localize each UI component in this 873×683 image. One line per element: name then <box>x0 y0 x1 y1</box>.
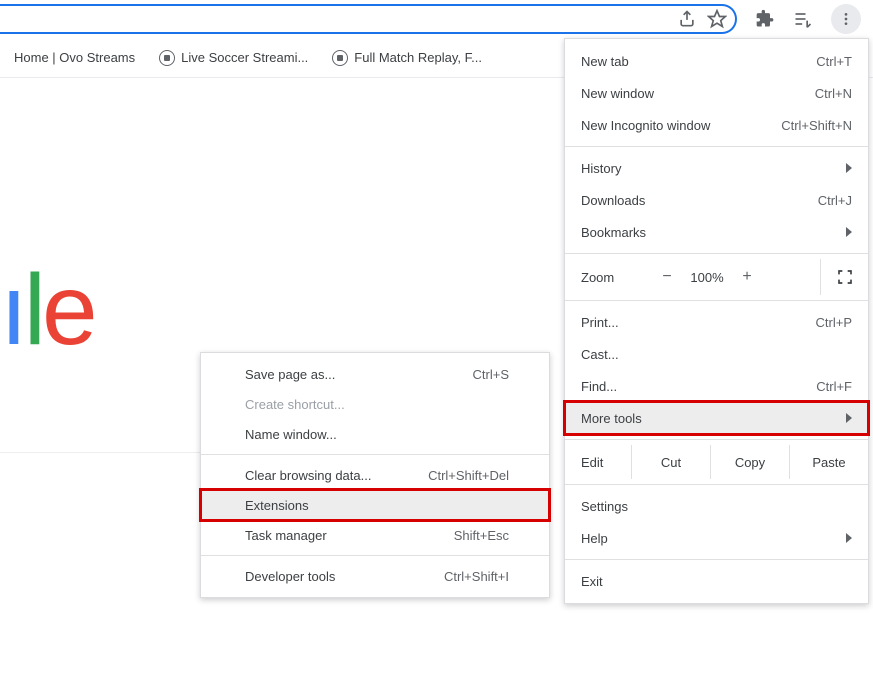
bookmark-item[interactable]: Live Soccer Streami... <box>153 46 314 70</box>
menu-item-help[interactable]: Help <box>565 522 868 554</box>
copy-button[interactable]: Copy <box>710 445 789 479</box>
submenu-create-shortcut: Create shortcut... <box>201 389 549 419</box>
cut-button[interactable]: Cut <box>631 445 710 479</box>
toolbar-icons <box>737 4 873 34</box>
submenu-name-window[interactable]: Name window... <box>201 419 549 449</box>
more-tools-submenu: Save page as... Ctrl+S Create shortcut..… <box>200 352 550 598</box>
paste-button[interactable]: Paste <box>789 445 868 479</box>
menu-item-cast[interactable]: Cast... <box>565 338 868 370</box>
bookmark-label: Home | Ovo Streams <box>14 50 135 65</box>
chrome-main-menu: New tab Ctrl+T New window Ctrl+N New Inc… <box>564 38 869 604</box>
submenu-save-page-as[interactable]: Save page as... Ctrl+S <box>201 359 549 389</box>
submenu-developer-tools[interactable]: Developer tools Ctrl+Shift+I <box>201 561 549 591</box>
menu-item-print[interactable]: Print... Ctrl+P <box>565 306 868 338</box>
more-menu-button[interactable] <box>831 4 861 34</box>
menu-item-settings[interactable]: Settings <box>565 490 868 522</box>
menu-item-history[interactable]: History <box>565 152 868 184</box>
menu-item-bookmarks[interactable]: Bookmarks <box>565 216 868 248</box>
menu-item-incognito[interactable]: New Incognito window Ctrl+Shift+N <box>565 109 868 141</box>
omnibox[interactable] <box>0 4 737 34</box>
bookmark-label: Live Soccer Streami... <box>181 50 308 65</box>
bookmark-item[interactable]: Full Match Replay, F... <box>326 46 488 70</box>
content-divider <box>0 452 200 453</box>
menu-item-new-window[interactable]: New window Ctrl+N <box>565 77 868 109</box>
chevron-right-icon <box>846 227 852 237</box>
bookmark-label: Full Match Replay, F... <box>354 50 482 65</box>
bookmark-item[interactable]: Home | Ovo Streams <box>8 46 141 69</box>
menu-item-new-tab[interactable]: New tab Ctrl+T <box>565 45 868 77</box>
soccer-ball-icon <box>332 50 348 66</box>
google-logo-fragment: ıle <box>0 260 94 360</box>
menu-item-zoom: Zoom − 100% + <box>565 259 868 295</box>
menu-item-find[interactable]: Find... Ctrl+F <box>565 370 868 402</box>
menu-separator <box>565 253 868 254</box>
menu-separator <box>201 454 549 455</box>
extensions-icon[interactable] <box>755 9 775 29</box>
chevron-right-icon <box>846 163 852 173</box>
chevron-right-icon <box>846 533 852 543</box>
fullscreen-button[interactable] <box>820 259 868 295</box>
zoom-in-button[interactable]: + <box>731 268 763 286</box>
menu-separator <box>565 484 868 485</box>
zoom-out-button[interactable]: − <box>651 268 683 286</box>
reading-list-icon[interactable] <box>793 9 813 29</box>
menu-item-exit[interactable]: Exit <box>565 565 868 597</box>
menu-separator <box>565 146 868 147</box>
zoom-value: 100% <box>683 270 731 285</box>
star-icon[interactable] <box>707 9 727 29</box>
menu-separator <box>201 555 549 556</box>
menu-separator <box>565 439 868 440</box>
share-icon[interactable] <box>677 9 697 29</box>
submenu-clear-browsing-data[interactable]: Clear browsing data... Ctrl+Shift+Del <box>201 460 549 490</box>
chevron-right-icon <box>846 413 852 423</box>
zoom-label: Zoom <box>565 270 651 285</box>
menu-separator <box>565 559 868 560</box>
soccer-ball-icon <box>159 50 175 66</box>
toolbar-row <box>0 0 873 38</box>
submenu-extensions[interactable]: Extensions <box>201 490 549 520</box>
submenu-task-manager[interactable]: Task manager Shift+Esc <box>201 520 549 550</box>
menu-item-more-tools[interactable]: More tools <box>565 402 868 434</box>
edit-label: Edit <box>565 455 631 470</box>
menu-separator <box>565 300 868 301</box>
menu-item-downloads[interactable]: Downloads Ctrl+J <box>565 184 868 216</box>
menu-item-edit: Edit Cut Copy Paste <box>565 445 868 479</box>
